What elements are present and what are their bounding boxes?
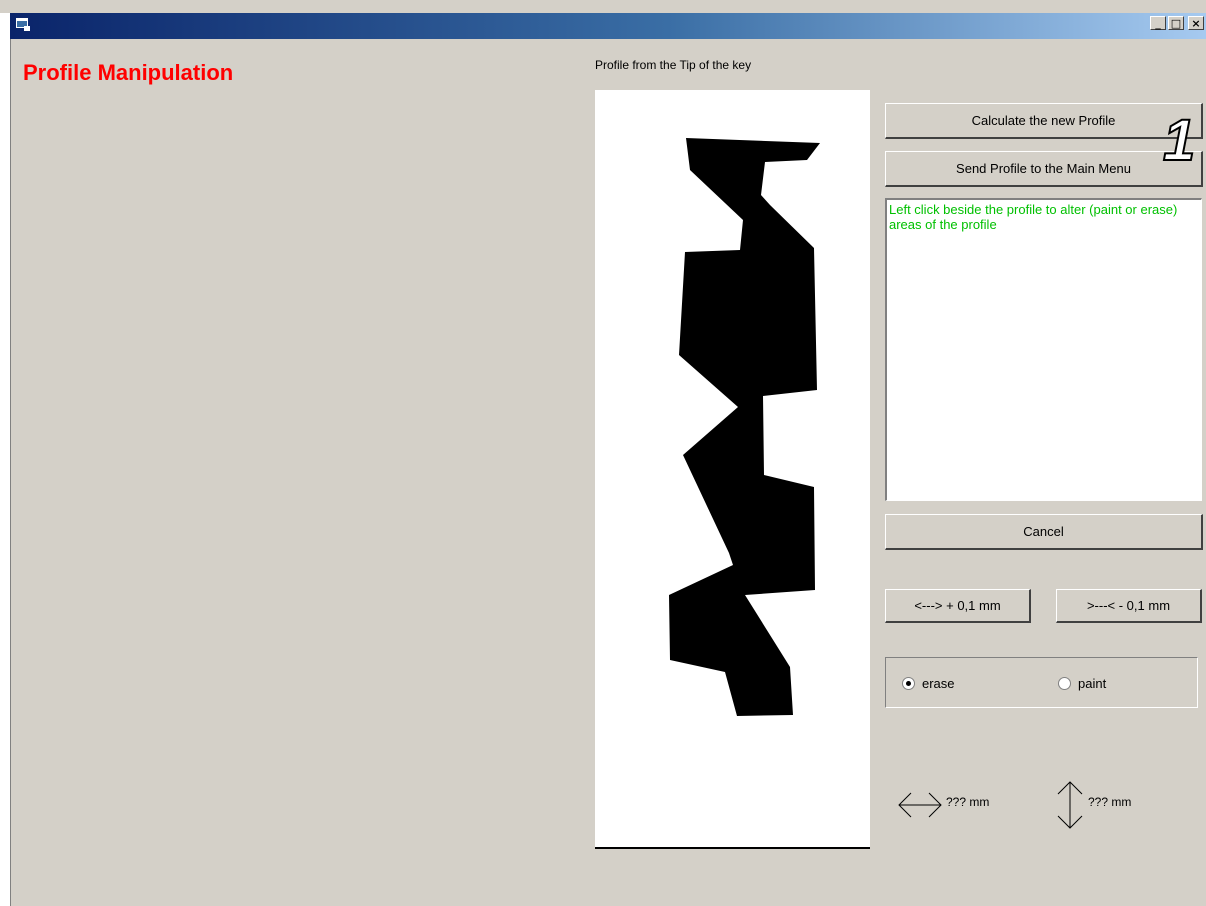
maximize-button[interactable]: □ <box>1168 16 1184 30</box>
page-title: Profile Manipulation <box>23 60 234 85</box>
narrow-button[interactable]: >---< - 0,1 mm <box>1056 589 1202 623</box>
cancel-button[interactable]: Cancel <box>885 514 1203 550</box>
widen-button[interactable]: <---> + 0,1 mm <box>885 589 1031 623</box>
instruction-textbox[interactable]: Left click beside the profile to alter (… <box>885 198 1202 501</box>
width-value: ??? mm <box>946 795 990 809</box>
minimize-button[interactable]: _ <box>1150 16 1166 30</box>
window-left-border <box>10 39 11 906</box>
annotation-badge: 1 <box>1162 108 1196 173</box>
erase-label[interactable]: erase <box>922 676 955 691</box>
profile-canvas[interactable] <box>595 90 870 849</box>
calculate-profile-button[interactable]: Calculate the new Profile <box>885 103 1203 139</box>
close-button[interactable]: × <box>1188 16 1204 30</box>
paint-label[interactable]: paint <box>1078 676 1106 691</box>
height-value: ??? mm <box>1088 795 1132 809</box>
send-profile-button[interactable]: Send Profile to the Main Menu <box>885 151 1203 187</box>
paint-radio[interactable] <box>1058 677 1071 690</box>
app-icon <box>16 18 30 31</box>
profile-label: Profile from the Tip of the key <box>595 58 752 72</box>
horizontal-arrow-icon <box>898 792 942 818</box>
mode-group: erase paint <box>885 657 1198 708</box>
key-profile-shape <box>669 138 820 716</box>
window-left-edge <box>0 13 10 906</box>
erase-radio[interactable] <box>902 677 915 690</box>
title-bar[interactable]: _ □ × <box>10 13 1206 39</box>
vertical-arrow-icon <box>1057 781 1083 829</box>
